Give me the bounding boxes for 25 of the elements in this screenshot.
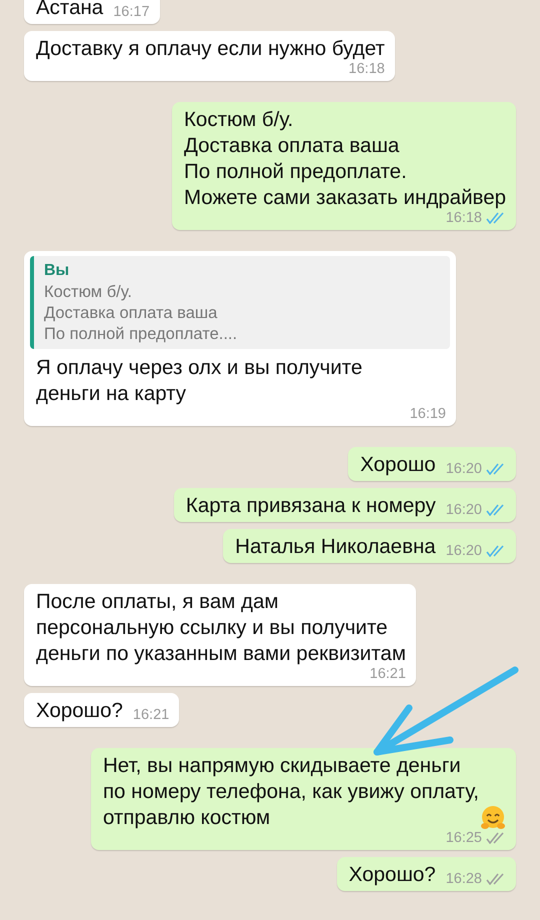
message-time: 16:19	[410, 405, 446, 423]
quote-sender: Вы	[44, 261, 70, 281]
message-time: 16:20	[446, 460, 482, 478]
quote-text: Костюм б/у. Доставка оплата ваша По полной предоплате....	[44, 282, 238, 345]
message-time: 16:28	[446, 870, 482, 888]
message-time: 16:18	[446, 209, 482, 227]
message-text: Наталья Николаевна	[235, 534, 436, 560]
message-text: Доставку я оплачу если нужно будет	[36, 36, 385, 62]
message-text: Нет, вы напрямую скидываете деньги по номеру телефона, как увижу оплату, отправлю костюм	[102, 753, 479, 831]
message-time: 16:17	[113, 3, 150, 21]
message-time: 16:25	[446, 829, 482, 847]
message-text: Костюм б/у. Доставка оплата ваша По полной предоплате. Можете сами заказать индрайвер	[184, 107, 506, 211]
message-text: Хорошо	[360, 452, 436, 478]
message-text: После оплаты, я вам дам персональную ссылку и вы получите деньги по указанным вами реквизитам	[36, 589, 406, 667]
message-text: Хорошо?	[36, 698, 123, 724]
message-time: 16:21	[370, 665, 406, 683]
quoted-message[interactable]: Вы Костюм б/у. Доставка оплата ваша По полной предоплате....	[30, 256, 450, 349]
message-text: Астана	[36, 0, 104, 21]
message-text: Хорошо?	[348, 862, 436, 888]
message-text: Я оплачу через олх и вы получите деньги на карту	[36, 355, 362, 407]
message-text: Карта привязана к номеру	[186, 493, 436, 519]
message-time: 16:20	[446, 501, 482, 519]
message-time: 16:20	[446, 542, 482, 560]
message-time: 16:18	[348, 60, 385, 78]
message-time: 16:21	[132, 706, 170, 724]
